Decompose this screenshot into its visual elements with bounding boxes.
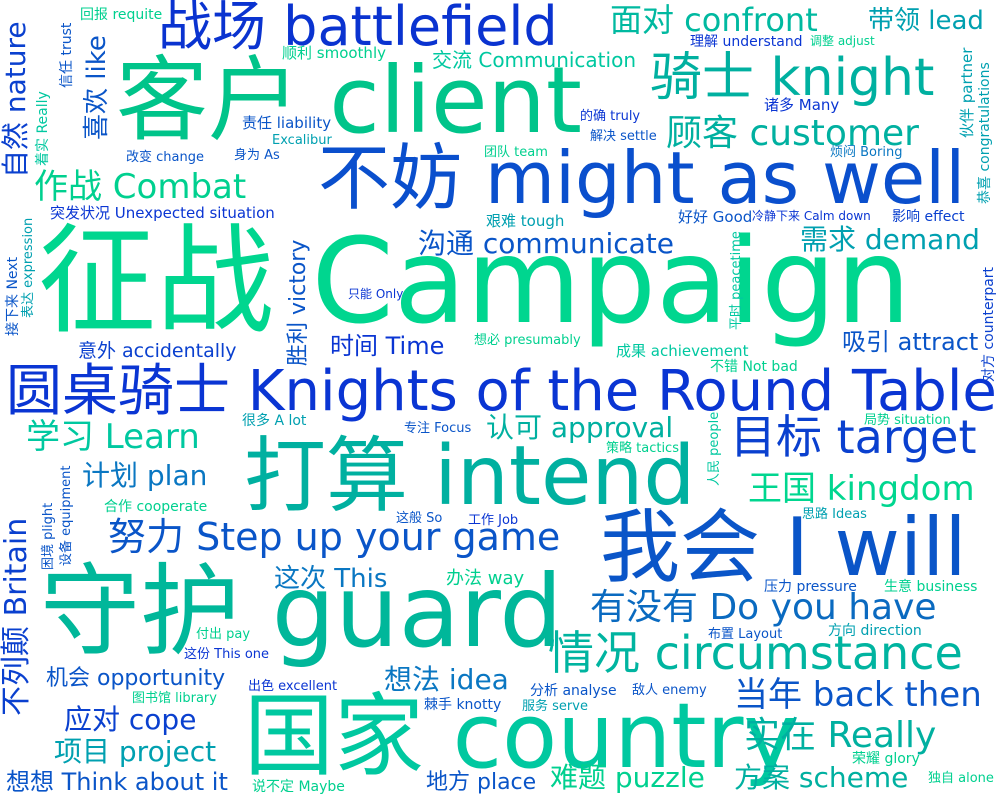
cloud-word: 生意 business xyxy=(884,579,978,595)
cloud-word: 实在 Really xyxy=(744,715,937,756)
cloud-word: 有没有 Do you have xyxy=(590,587,937,628)
cloud-word: 荣耀 glory xyxy=(852,751,920,767)
cloud-word: 想法 idea xyxy=(384,663,509,696)
cloud-word: 烦闷 Boring xyxy=(830,145,903,160)
cloud-word: 计划 plan xyxy=(82,459,208,492)
cloud-word: 服务 serve xyxy=(522,699,588,714)
cloud-word: 顺利 smoothly xyxy=(282,44,386,62)
cloud-word: 想必 presumably xyxy=(474,333,581,348)
cloud-word: 困境 plight xyxy=(41,502,56,570)
cloud-word: 伙伴 partner xyxy=(958,47,976,138)
cloud-word: 说不定 Maybe xyxy=(252,779,345,795)
cloud-word: 局势 situation xyxy=(864,413,951,428)
cloud-word: 影响 effect xyxy=(892,209,965,225)
cloud-word: 作战 Combat xyxy=(34,167,247,207)
cloud-word: 我会 I will xyxy=(600,501,967,594)
cloud-word: 带领 lead xyxy=(868,6,984,36)
cloud-word: 责任 liability xyxy=(242,114,332,132)
cloud-word: 合作 cooperate xyxy=(104,499,208,515)
cloud-word: 好好 Good xyxy=(678,208,753,226)
cloud-word: 设备 equipment xyxy=(59,465,74,566)
cloud-word: 这份 This one xyxy=(184,647,270,662)
cloud-word: 棘手 knotty xyxy=(424,697,502,713)
cloud-word: 敌人 enemy xyxy=(632,683,707,698)
cloud-word: 应对 cope xyxy=(64,703,197,736)
cloud-word: 工作 Job xyxy=(468,513,519,528)
cloud-word: 当年 back then xyxy=(734,675,982,715)
cloud-word: 项目 project xyxy=(54,735,217,768)
cloud-word: 不列颠 Britain xyxy=(0,517,34,716)
cloud-word: 学习 Learn xyxy=(26,417,200,457)
cloud-word: 回报 requite xyxy=(80,7,163,23)
cloud-word: 恭喜 congratulations xyxy=(977,62,993,204)
cloud-word: 交流 Communication xyxy=(432,48,636,72)
cloud-word: 方向 direction xyxy=(828,623,922,639)
cloud-word: 很多 A lot xyxy=(242,413,307,429)
cloud-word: 思路 Ideas xyxy=(802,507,867,522)
cloud-word: 沟通 communicate xyxy=(418,227,675,260)
cloud-word: 难题 puzzle xyxy=(550,761,705,794)
cloud-word: 这般 So xyxy=(396,511,443,526)
word-cloud: 征战 Campaign 客户 client 不妨 might as well 守… xyxy=(0,0,1000,800)
cloud-word: 突发状况 Unexpected situation xyxy=(50,204,275,222)
cloud-word: 图书馆 library xyxy=(132,691,217,706)
cloud-word: 策略 tactics xyxy=(606,441,679,456)
cloud-word: 调整 adjust xyxy=(810,34,875,48)
cloud-word: 着实 Really xyxy=(35,91,51,166)
cloud-word: 的确 truly xyxy=(580,109,641,124)
cloud-word: 喜欢 like xyxy=(82,35,112,140)
cloud-word: 面对 confront xyxy=(610,1,818,39)
cloud-word: 艰难 tough xyxy=(486,212,565,230)
cloud-word: 布置 Layout xyxy=(708,627,783,642)
cloud-word: 想想 Think about it xyxy=(6,768,228,796)
cloud-word: 这次 This xyxy=(274,564,388,594)
cloud-word: Excalibur xyxy=(272,133,332,148)
cloud-word: 需求 demand xyxy=(800,223,980,256)
cloud-word: 分析 analyse xyxy=(530,683,617,699)
cloud-word: 只能 Only xyxy=(348,287,404,301)
cloud-word: 身为 As xyxy=(234,148,280,163)
cloud-word: 改变 change xyxy=(126,150,204,165)
cloud-word: 胜利 victory xyxy=(286,239,311,366)
cloud-word: 出色 excellent xyxy=(248,679,338,694)
cloud-word: 方案 scheme xyxy=(734,761,909,794)
cloud-word: 国家 country xyxy=(244,684,797,789)
cloud-word: 意外 accidentally xyxy=(78,340,237,362)
cloud-word: 付出 pay xyxy=(196,627,251,642)
cloud-word: 冷静下来 Calm down xyxy=(752,209,871,223)
cloud-word: 接下来 Next xyxy=(5,256,21,336)
cloud-word: 办法 way xyxy=(446,568,525,589)
cloud-word: 成果 achievement xyxy=(616,342,749,360)
cloud-word: 平时 peacetime xyxy=(729,231,744,330)
cloud-word: 吸引 attract xyxy=(842,328,979,356)
cloud-word: 压力 pressure xyxy=(764,579,857,595)
cloud-word: 人民 people xyxy=(707,411,722,486)
cloud-word: 对方 counterpart xyxy=(981,266,997,382)
cloud-word: 王国 kingdom xyxy=(748,469,975,509)
cloud-word: 自然 nature xyxy=(0,21,32,178)
cloud-word: 独自 alone xyxy=(928,771,994,786)
cloud-word: 地方 place xyxy=(426,770,537,795)
cloud-word: 表达 expression xyxy=(21,217,36,318)
cloud-word: 认可 approval xyxy=(486,411,674,444)
cloud-word: 团队 team xyxy=(484,145,548,160)
cloud-word: 信任 trust xyxy=(59,22,75,88)
cloud-word: 机会 opportunity xyxy=(46,666,226,691)
cloud-word: 诸多 Many xyxy=(764,96,840,114)
cloud-word: 时间 Time xyxy=(330,332,445,360)
cloud-word: 解决 settle xyxy=(590,129,657,144)
cloud-word: 专注 Focus xyxy=(404,421,472,436)
cloud-word: 不错 Not bad xyxy=(710,359,798,375)
cloud-word: 理解 understand xyxy=(690,34,803,50)
